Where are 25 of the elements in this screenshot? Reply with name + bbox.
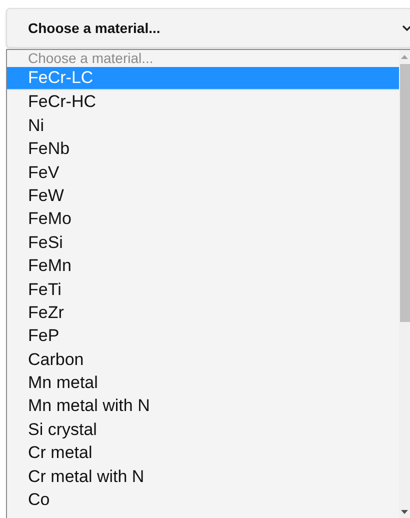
option-item[interactable]: FeMo	[7, 207, 399, 231]
option-item[interactable]: FeZr	[7, 300, 399, 324]
material-select[interactable]: Choose a material...	[6, 8, 410, 48]
scroll-down-icon[interactable]	[401, 510, 408, 514]
option-item[interactable]: Si crystal	[7, 418, 399, 442]
option-item[interactable]: Ni	[7, 114, 399, 138]
select-value: Choose a material...	[28, 20, 160, 36]
option-item[interactable]: Carbon	[7, 348, 399, 372]
option-item[interactable]: Mn metal	[7, 371, 399, 394]
chevron-icon	[402, 24, 410, 32]
scrollbar[interactable]	[399, 50, 410, 518]
option-item[interactable]: FeSi	[7, 230, 399, 254]
option-item[interactable]: FeCr-HC	[7, 90, 399, 114]
option-item[interactable]: Co	[7, 488, 399, 512]
scroll-up-icon[interactable]	[401, 55, 408, 59]
scroll-thumb[interactable]	[400, 64, 410, 322]
option-item[interactable]: FeW	[7, 184, 399, 208]
option-item[interactable]: FeTi	[7, 278, 399, 301]
option-item[interactable]: FeNb	[7, 137, 399, 161]
option-item[interactable]: Cr metal with N	[7, 464, 399, 488]
option-item[interactable]: Mn metal with N	[7, 394, 399, 418]
option-item[interactable]: FeMn	[7, 254, 399, 278]
option-item[interactable]: Cr metal	[7, 441, 399, 465]
option-item[interactable]: FeP	[7, 324, 399, 348]
option-item[interactable]: FeV	[7, 160, 399, 184]
